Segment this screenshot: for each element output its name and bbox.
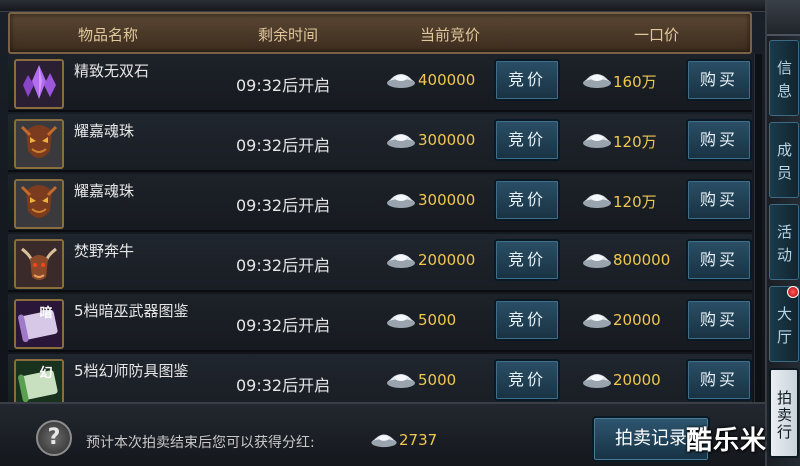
buy-button[interactable]: 购买 (686, 59, 752, 101)
current-bid-price: 300000 (418, 131, 476, 149)
silver-ingot-icon (387, 374, 415, 388)
silver-ingot-icon (583, 194, 611, 208)
buy-button[interactable]: 购买 (686, 359, 752, 401)
item-name: 5档幻师防具图鉴 (74, 362, 189, 380)
current-bid-price: 5000 (418, 311, 457, 329)
silver-ingot-icon (387, 194, 415, 208)
header-buyout-price: 一口价 (634, 26, 680, 44)
buy-button[interactable]: 购买 (686, 119, 752, 161)
bid-button[interactable]: 竞价 (494, 179, 560, 221)
silver-ingot-icon (583, 374, 611, 388)
remaining-time: 09:32后开启 (236, 196, 331, 215)
buyout-price: 20000 (613, 371, 661, 389)
watermark-logo: 酷乐米 (686, 426, 768, 456)
bid-button[interactable]: 竞价 (494, 119, 560, 161)
table-row: 焚野奔牛 09:32后开启 200000 竞价 800000 购买 (8, 234, 752, 292)
tab-activities[interactable]: 活动 (769, 204, 799, 280)
bid-button[interactable]: 竞价 (494, 239, 560, 281)
remaining-time: 09:32后开启 (236, 76, 331, 95)
silver-ingot-icon (387, 254, 415, 268)
dark-scroll-icon[interactable]: 暗 (14, 299, 64, 349)
masked-warrior-icon[interactable] (14, 179, 64, 229)
table-row: 精致无双石 09:32后开启 400000 竞价 160万 购买 (8, 54, 752, 112)
buy-button[interactable]: 购买 (686, 299, 752, 341)
header-current-bid: 当前竞价 (420, 26, 481, 44)
header-item-name: 物品名称 (78, 26, 139, 44)
item-name: 耀嘉魂珠 (74, 122, 135, 140)
current-bid-price: 400000 (418, 71, 476, 89)
bid-button[interactable]: 竞价 (494, 299, 560, 341)
auction-list[interactable]: 精致无双石 09:32后开启 400000 竞价 160万 购买 耀嘉魂珠 09… (8, 54, 752, 402)
buyout-price: 20000 (613, 311, 661, 329)
silver-ingot-icon (371, 434, 397, 448)
bid-button[interactable]: 竞价 (494, 59, 560, 101)
icon-glyph: 暗 (39, 305, 52, 321)
table-row: 幻 5档幻师防具图鉴 09:32后开启 5000 竞价 20000 购买 (8, 354, 752, 402)
top-strip (0, 0, 765, 12)
bid-button[interactable]: 竞价 (494, 359, 560, 401)
buy-button[interactable]: 购买 (686, 239, 752, 281)
tab-members[interactable]: 成员 (769, 122, 799, 198)
buy-button[interactable]: 购买 (686, 179, 752, 221)
buyout-price: 800000 (613, 251, 671, 269)
item-name: 耀嘉魂珠 (74, 182, 135, 200)
icon-glyph: 幻 (39, 365, 52, 381)
item-name: 精致无双石 (74, 62, 150, 80)
table-row: 暗 5档暗巫武器图鉴 09:32后开启 5000 竞价 20000 购买 (8, 294, 752, 352)
remaining-time: 09:32后开启 (236, 316, 331, 335)
help-button[interactable]: ? (36, 420, 72, 456)
dividend-value: 2737 (399, 431, 438, 449)
remaining-time: 09:32后开启 (236, 376, 331, 395)
tab-auction-house[interactable]: 拍卖行 (769, 368, 799, 458)
current-bid-price: 300000 (418, 191, 476, 209)
table-header: 物品名称 剩余时间 当前竞价 一口价 (8, 12, 752, 54)
current-bid-price: 5000 (418, 371, 457, 389)
purple-crystal-icon[interactable] (14, 59, 64, 109)
item-name: 5档暗巫武器图鉴 (74, 302, 189, 320)
silver-ingot-icon (583, 74, 611, 88)
silver-ingot-icon (583, 254, 611, 268)
remaining-time: 09:32后开启 (236, 256, 331, 275)
remaining-time: 09:32后开启 (236, 136, 331, 155)
notification-dot (787, 286, 799, 298)
table-row: 耀嘉魂珠 09:32后开启 300000 竞价 120万 购买 (8, 174, 752, 232)
side-tab-bar: 信息 成员 活动 大厅 拍卖行 (765, 0, 800, 466)
current-bid-price: 200000 (418, 251, 476, 269)
item-name: 焚野奔牛 (74, 242, 135, 260)
silver-ingot-icon (387, 74, 415, 88)
header-remaining-time: 剩余时间 (258, 26, 319, 44)
side-bar-cap (767, 0, 800, 36)
silver-ingot-icon (583, 314, 611, 328)
buyout-price: 160万 (613, 73, 657, 91)
table-row: 耀嘉魂珠 09:32后开启 300000 竞价 120万 购买 (8, 114, 752, 172)
footer-bar: ? 预计本次拍卖结束后您可以获得分红: 2737 拍卖记录 (0, 402, 765, 466)
illusion-scroll-icon[interactable]: 幻 (14, 359, 64, 402)
tab-info[interactable]: 信息 (769, 40, 799, 116)
silver-ingot-icon (387, 314, 415, 328)
dividend-label: 预计本次拍卖结束后您可以获得分红: (86, 435, 315, 451)
bull-beast-icon[interactable] (14, 239, 64, 289)
masked-warrior-icon[interactable] (14, 119, 64, 169)
silver-ingot-icon (583, 134, 611, 148)
silver-ingot-icon (387, 134, 415, 148)
buyout-price: 120万 (613, 193, 657, 211)
list-scrollbar[interactable] (754, 54, 762, 402)
buyout-price: 120万 (613, 133, 657, 151)
